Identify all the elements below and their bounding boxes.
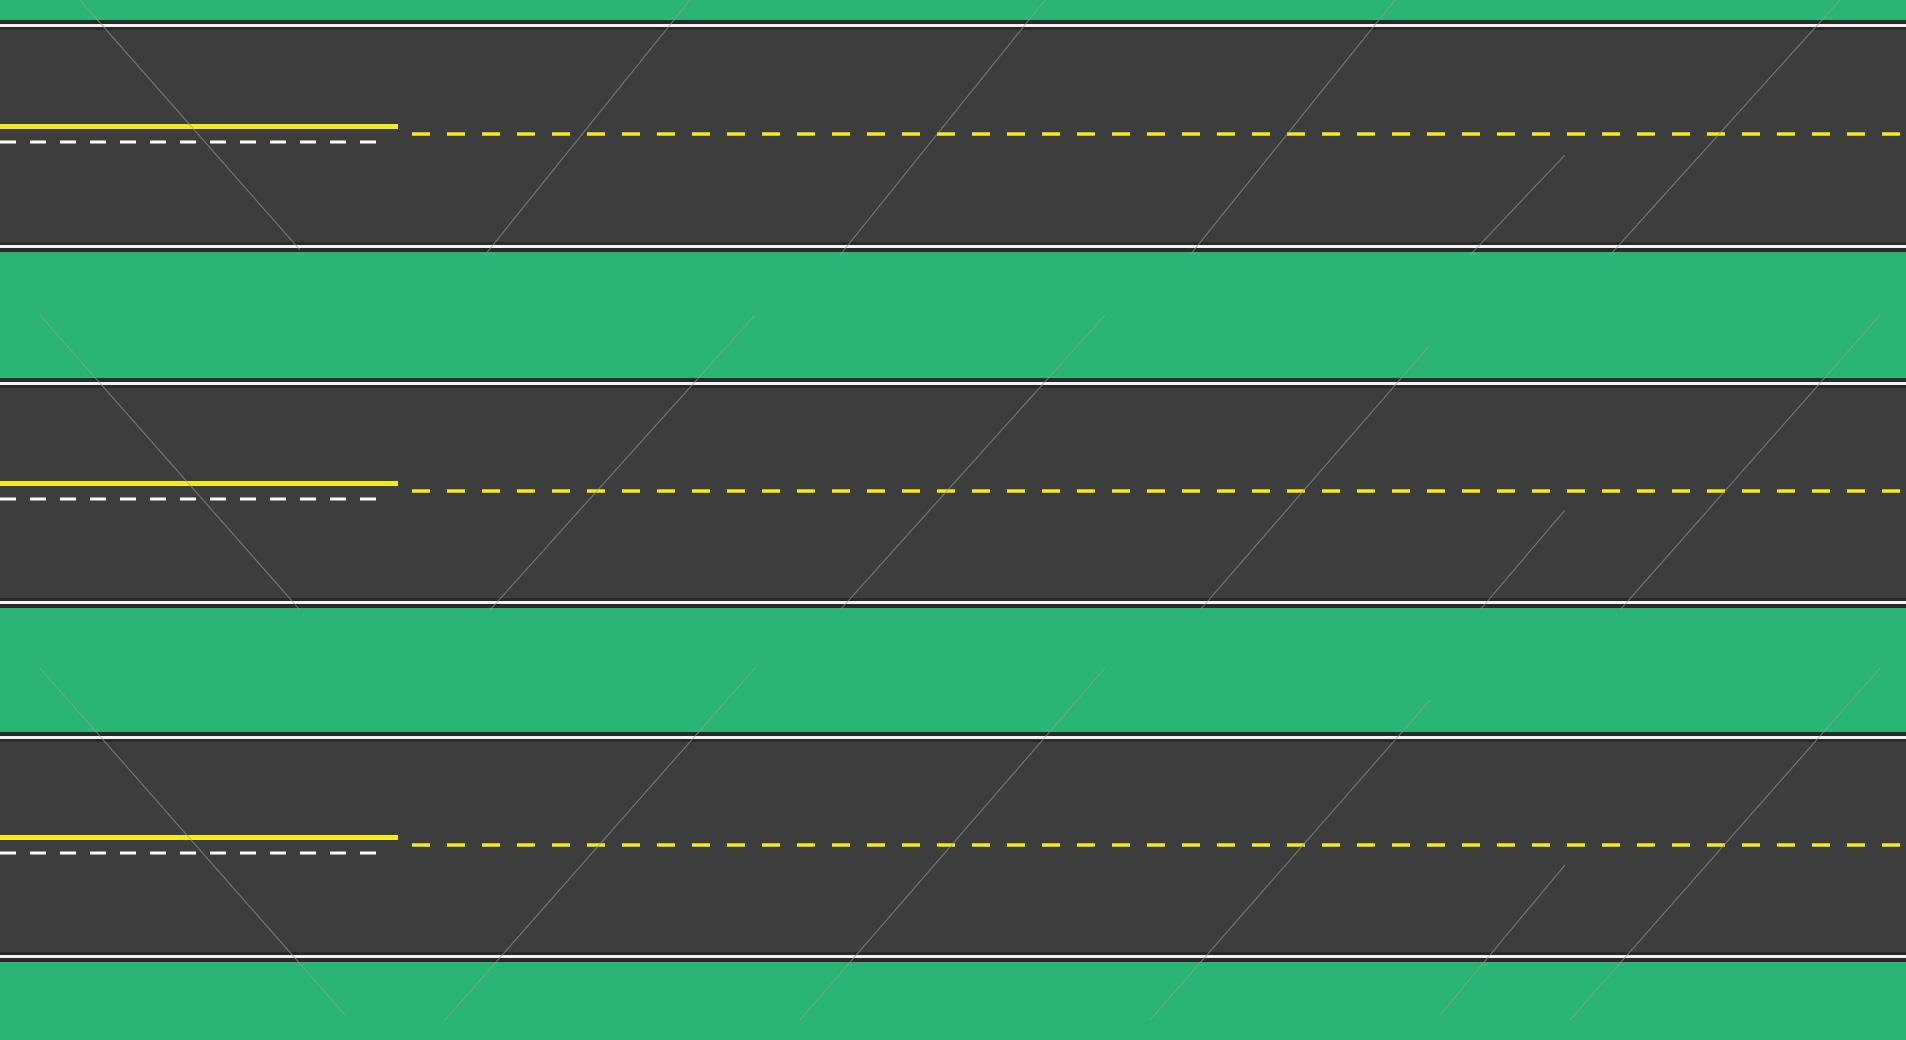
lane-1 — [0, 20, 1906, 252]
lane-3 — [0, 732, 1906, 962]
center-solid-line — [0, 835, 398, 840]
center-solid-line — [0, 481, 398, 486]
center-solid-line — [0, 124, 398, 129]
edge-bottom-line — [0, 245, 1906, 248]
edge-bottom-line — [0, 955, 1906, 958]
edge-top-line — [0, 24, 1906, 27]
asphalt — [0, 20, 1906, 252]
edge-top-line — [0, 736, 1906, 739]
lane-2 — [0, 378, 1906, 608]
asphalt — [0, 378, 1906, 608]
edge-top-line — [0, 382, 1906, 385]
edge-bottom-line — [0, 601, 1906, 604]
roads-group — [0, 20, 1906, 962]
asphalt — [0, 732, 1906, 962]
road-scene — [0, 0, 1906, 1040]
